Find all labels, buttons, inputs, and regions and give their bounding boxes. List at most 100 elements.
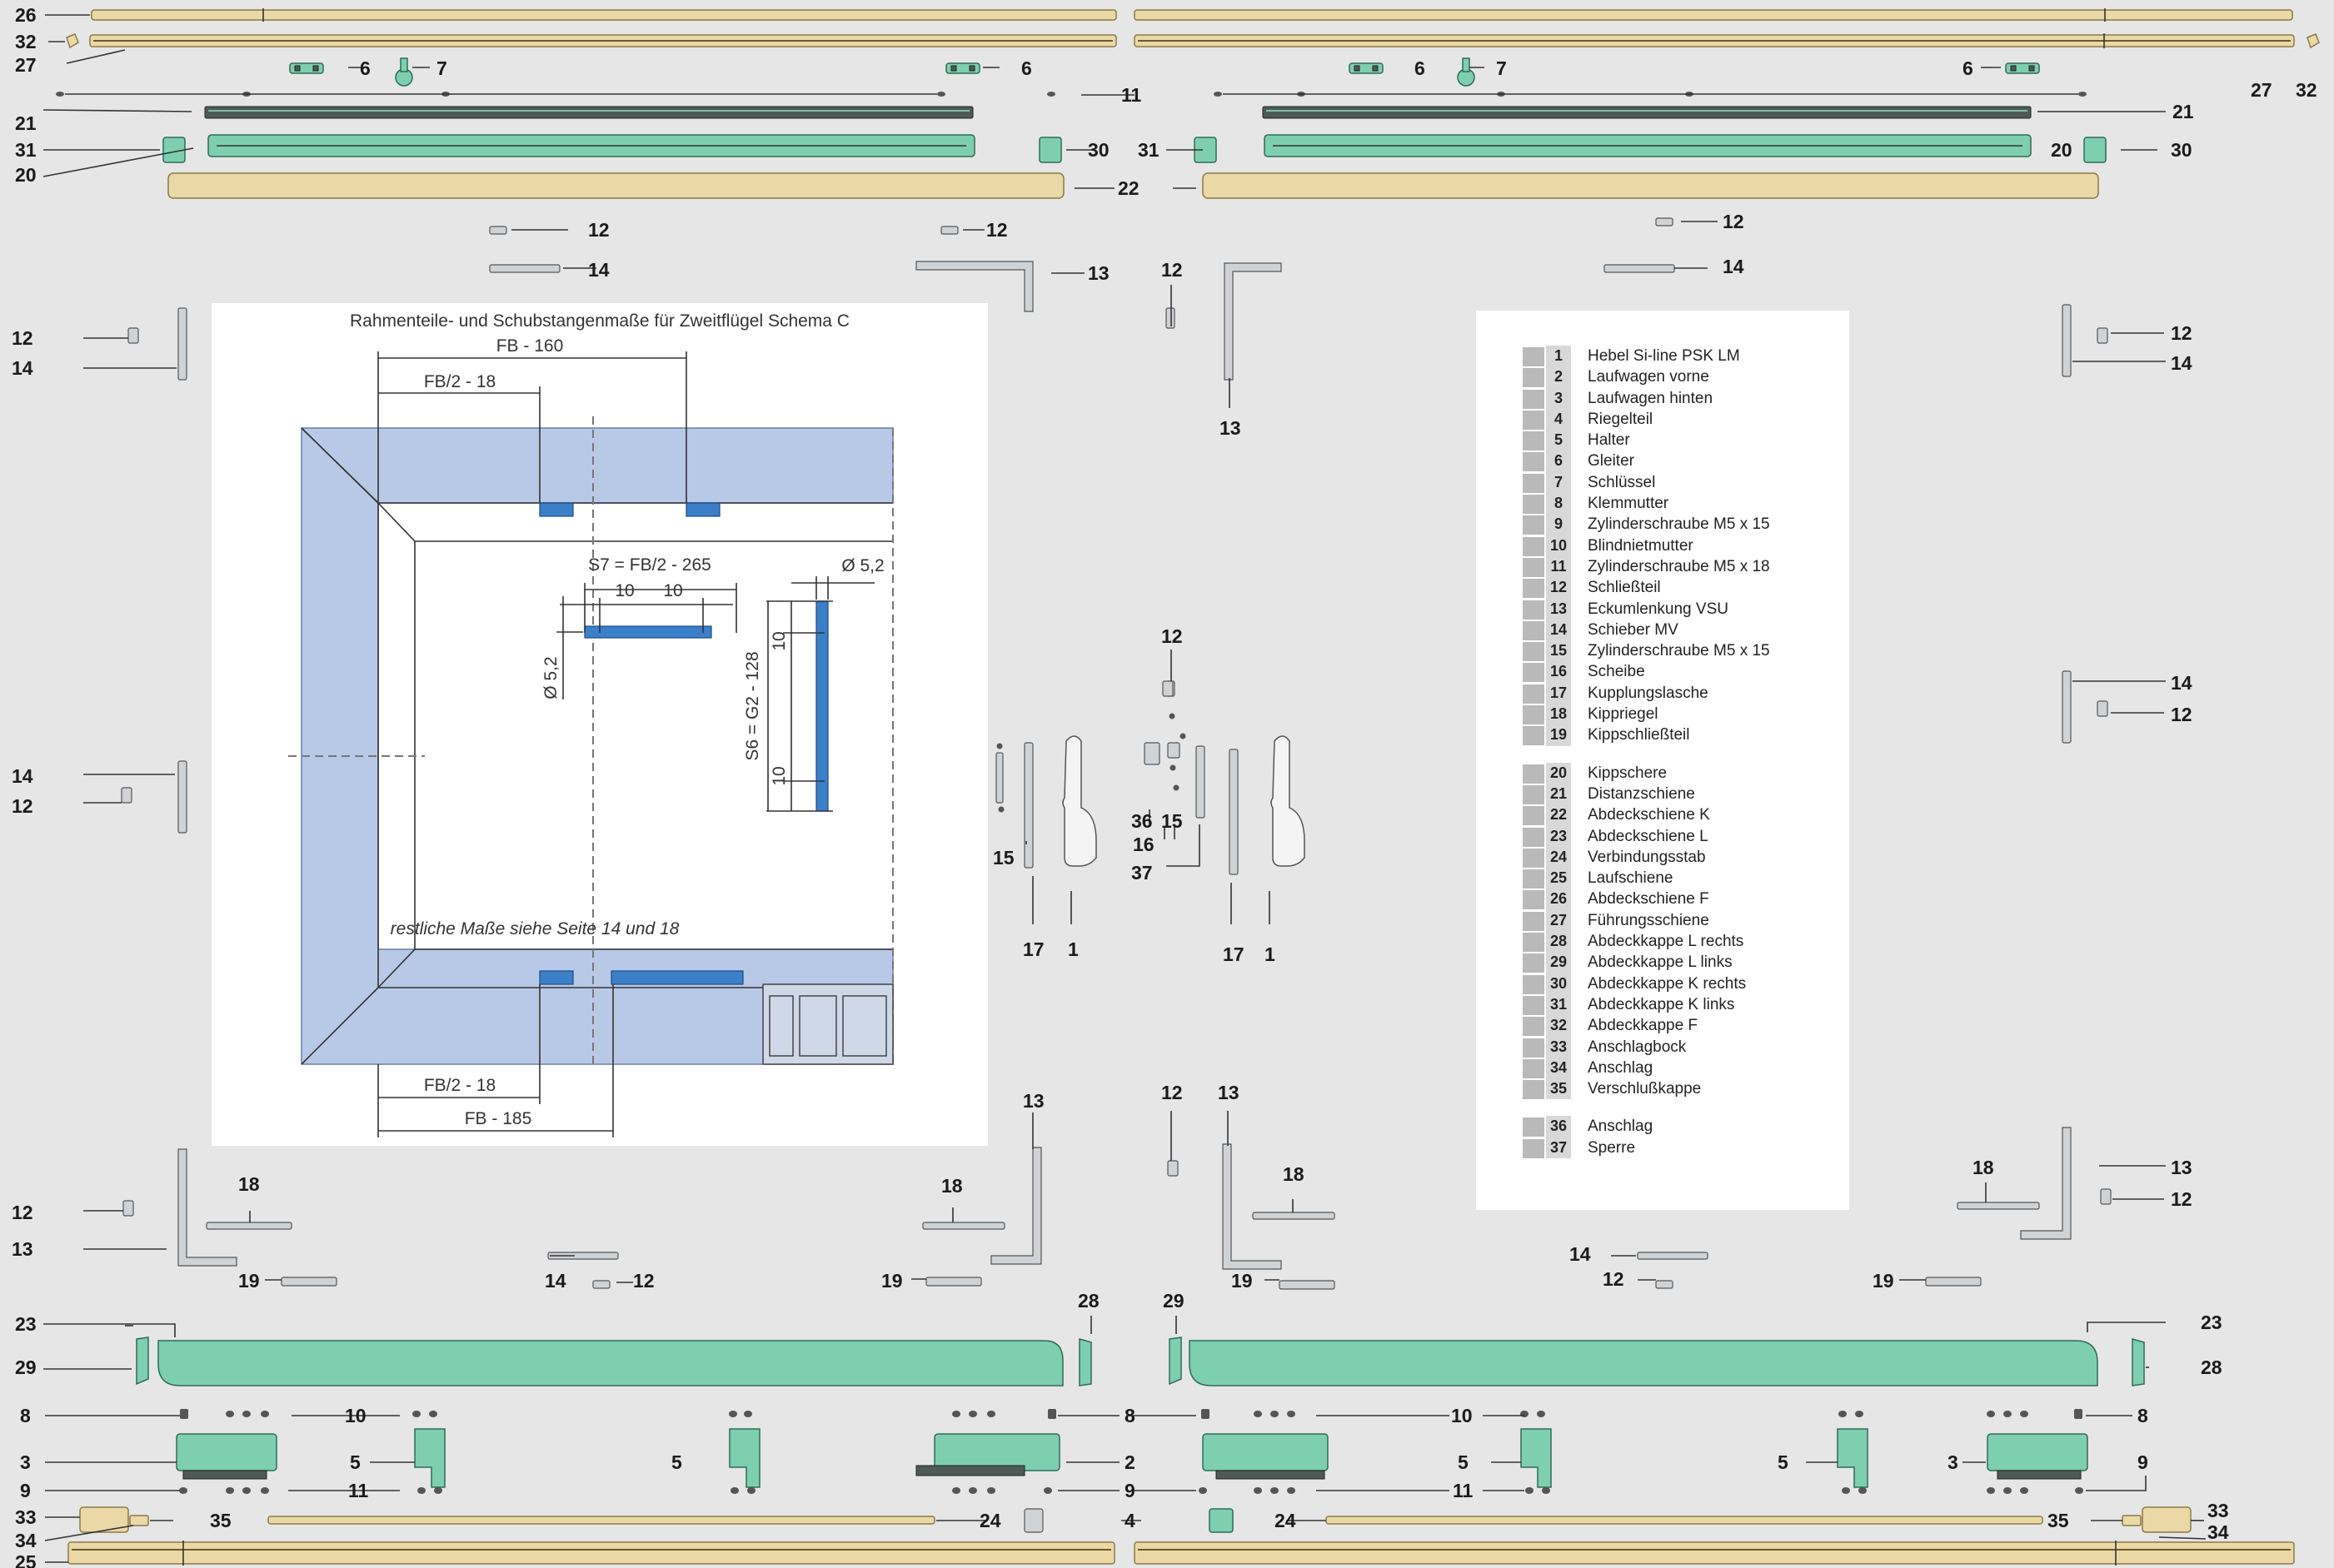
dim-fb2-18-bottom: FB/2 - 18 [424, 1076, 496, 1095]
legend-number: 4 [1546, 408, 1571, 431]
legend-group-bar [1523, 1058, 1544, 1078]
legend-group-bar [1523, 848, 1544, 868]
legend-group-bar [1523, 347, 1544, 366]
callout-14f: 14 [12, 765, 33, 787]
legend-number: 31 [1546, 993, 1571, 1016]
legend-number: 8 [1546, 493, 1571, 515]
dim-fb160: FB - 160 [496, 336, 564, 356]
legend-group-bar [1523, 764, 1544, 784]
holder-5-b [729, 1428, 761, 1488]
legend-number: 32 [1546, 1015, 1571, 1037]
legend-text: Laufwagen hinten [1588, 389, 1713, 407]
legend-text: Verbindungsstab [1588, 848, 1706, 866]
dim-ten-b: 10 [663, 581, 682, 600]
connector-bar-h [584, 625, 712, 639]
slot-bottom-a [539, 970, 574, 985]
callout-14c: 14 [12, 357, 33, 379]
callout-33a: 33 [15, 1506, 37, 1528]
legend-number: 29 [1546, 952, 1571, 973]
dim-s6: S6 = G2 - 128 [743, 651, 762, 760]
legend-group-bar [1523, 705, 1544, 725]
callout-27b: 27 [2251, 79, 2272, 101]
legend-text: Klemmutter [1588, 495, 1669, 513]
callout-12a: 12 [588, 219, 610, 241]
legend-text: Anschlagbock [1588, 1038, 1687, 1056]
callout-23a: 23 [15, 1313, 37, 1335]
top-rails [56, 8, 2320, 199]
callout-19a: 19 [238, 1270, 260, 1292]
callout-19d: 19 [1873, 1270, 1894, 1292]
dim-fb185: FB - 185 [465, 1109, 532, 1128]
legend-number: 30 [1546, 973, 1571, 994]
callout-30a: 30 [1088, 139, 1110, 161]
legend-number: 16 [1546, 661, 1571, 683]
holder-5-d [1837, 1428, 1868, 1488]
cover-rail-l-left [157, 1340, 1064, 1386]
cap-l-right-a [1079, 1338, 1092, 1386]
callout-2: 2 [1125, 1451, 1135, 1473]
legend-group-bar [1523, 726, 1544, 746]
legend-text: Abdeckkappe L links [1588, 953, 1733, 972]
callout-12b: 12 [986, 219, 1008, 241]
glider-6-d [2005, 62, 2040, 74]
legend-group-bar [1523, 684, 1544, 704]
legend-number: 26 [1546, 889, 1571, 910]
callout-13c: 13 [1023, 1090, 1045, 1112]
legend-number: 17 [1546, 682, 1571, 704]
legend-text: Gleiter [1588, 452, 1634, 470]
cover-rail-f-left [91, 9, 1117, 21]
legend-number: 33 [1546, 1036, 1571, 1058]
callout-28b: 28 [2201, 1356, 2222, 1378]
legend-number: 2 [1546, 366, 1571, 388]
legend-text: Schlüssel [1588, 473, 1656, 491]
legend-group-bar [1523, 827, 1544, 847]
callout-11b: 11 [348, 1480, 369, 1501]
callout-13a: 13 [1088, 262, 1110, 284]
legend-text: Abdeckkappe K links [1588, 995, 1735, 1013]
callout-25: 25 [15, 1551, 37, 1568]
cap-l-left [136, 1337, 149, 1386]
callout-18a: 18 [238, 1173, 260, 1195]
callout-3b: 3 [1947, 1451, 1958, 1473]
legend-text: Abdeckkappe F [1588, 1017, 1698, 1035]
dim-fb2-18-top: FB/2 - 18 [424, 372, 496, 391]
legend-text: Kippschließteil [1588, 726, 1690, 744]
cap-l-right-b [2132, 1338, 2145, 1386]
legend-number: 18 [1546, 704, 1571, 725]
callout-12e: 12 [12, 327, 33, 349]
legend-text: Distanzschiene [1588, 784, 1695, 803]
legend-text: Kippschere [1588, 764, 1668, 782]
legend-group-bar [1523, 1080, 1544, 1100]
callout-27a: 27 [15, 54, 37, 76]
legend-group-bar [1523, 452, 1544, 472]
glider-6-c [1349, 62, 1384, 74]
callout-17b: 17 [1223, 943, 1244, 965]
callout-12k: 12 [12, 1202, 33, 1223]
legend-number: 28 [1546, 931, 1571, 953]
legend-number: 7 [1546, 471, 1571, 494]
callout-8c: 8 [2137, 1405, 2148, 1426]
callout-19b: 19 [881, 1270, 903, 1292]
callout-9d: 9 [2137, 1451, 2148, 1473]
spacer-rail-right [1262, 106, 2032, 119]
carriage-rear-left [176, 1433, 277, 1480]
legend-number: 9 [1546, 514, 1571, 535]
spacer-rail-left [204, 106, 974, 119]
callout-14b: 14 [1723, 256, 1744, 277]
callout-5b: 5 [671, 1451, 682, 1473]
legend-text: Abdeckkappe L rechts [1588, 933, 1744, 951]
connecting-rod-right [1325, 1516, 2043, 1525]
callout-12d: 12 [1161, 259, 1183, 281]
callout-22: 22 [1118, 177, 1140, 199]
legend-group-bar [1523, 431, 1544, 451]
legend-number: 10 [1546, 535, 1571, 556]
dim-ten-a: 10 [615, 581, 634, 600]
dim-diameter-left: Ø 5,2 [541, 656, 561, 699]
legend-group-bar [1523, 1038, 1544, 1058]
legend-number: 34 [1546, 1057, 1571, 1079]
legend-text: Zylinderschraube M5 x 18 [1588, 557, 1770, 575]
stop-block-right [2142, 1506, 2192, 1533]
callout-11a: 11 [1121, 84, 1142, 106]
callout-18b: 18 [941, 1175, 963, 1197]
parts-legend: 1 Hebel Si-line PSK LM 2 Laufwagen vorne 3 La… [1476, 311, 1849, 1210]
